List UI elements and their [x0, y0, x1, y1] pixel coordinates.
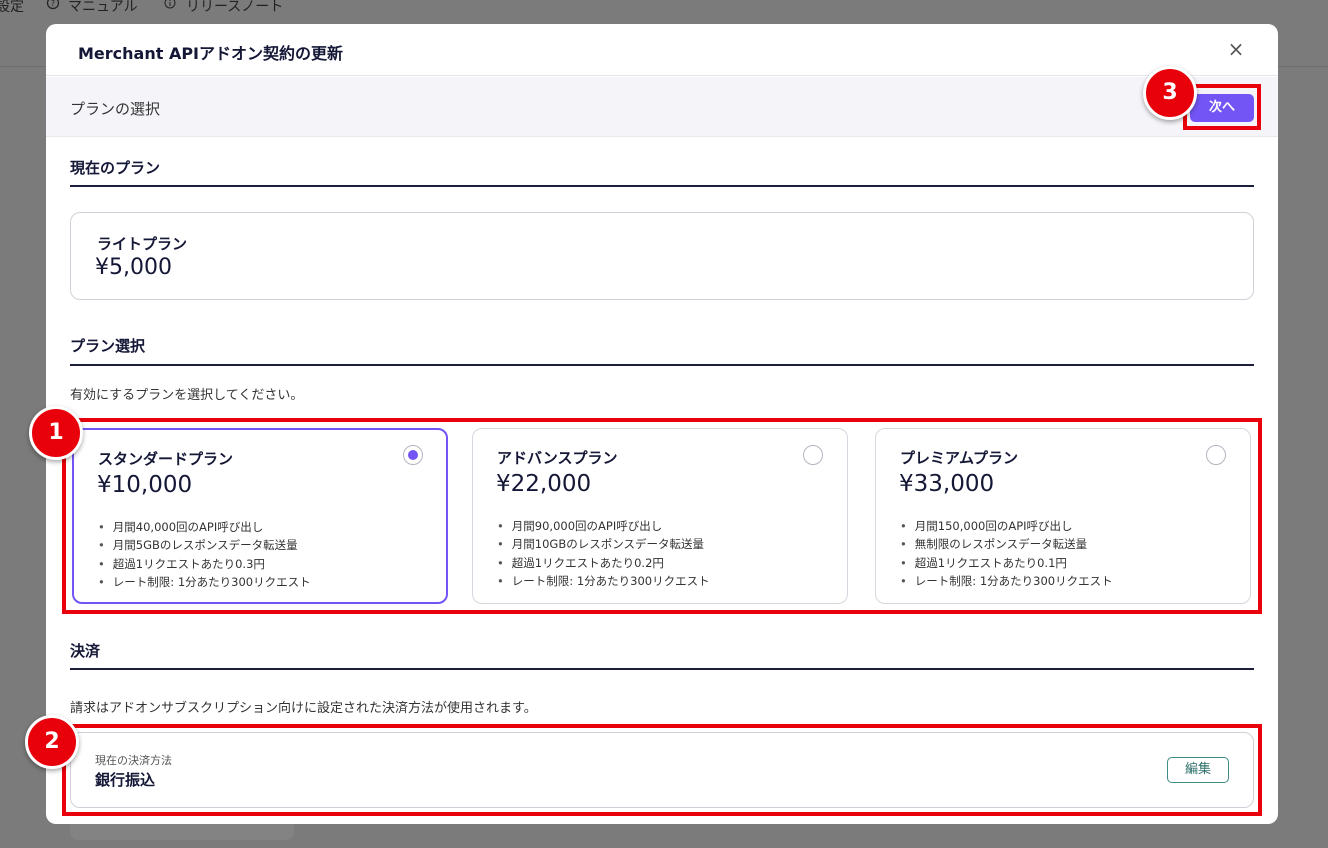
modal-title: Merchant APIアドオン契約の更新 — [78, 44, 344, 63]
current-plan-card: ライトプラン ¥5,000 — [70, 212, 1254, 300]
payment-description: 請求はアドオンサブスクリプション向けに設定された決済方法が使用されます。 — [70, 701, 537, 716]
plan-selection-description: 有効にするプランを選択してください。 — [70, 388, 304, 403]
section-divider — [70, 185, 1254, 187]
annotation-badge-3: 3 — [1143, 66, 1197, 120]
section-divider — [70, 364, 1254, 366]
bg-nav-settings: 設定 — [0, 0, 24, 15]
current-plan-heading: 現在のプラン — [70, 159, 161, 177]
current-plan-name: ライトプラン — [97, 235, 188, 253]
payment-heading: 決済 — [70, 642, 101, 660]
svg-text:?: ? — [51, 0, 55, 8]
help-circle-icon: ? — [46, 0, 60, 12]
plan-selection-heading: プラン選択 — [70, 337, 146, 355]
step-label: プランの選択 — [70, 100, 161, 118]
step-bar: プランの選択 次へ — [46, 77, 1278, 137]
annotation-badge-2: 2 — [25, 715, 79, 769]
annotation-badge-1: 1 — [29, 406, 83, 460]
info-icon — [164, 0, 176, 12]
annotation-highlight-plans — [62, 418, 1262, 614]
close-icon[interactable]: × — [1224, 38, 1248, 62]
background-nav: 設定 ? マニュアル リリースノート — [0, 0, 1328, 24]
section-divider — [70, 668, 1254, 670]
bg-nav-manual: マニュアル — [68, 0, 138, 15]
current-plan-price: ¥5,000 — [95, 255, 172, 280]
annotation-highlight-payment — [62, 724, 1262, 816]
bg-nav-release-notes: リリースノート — [186, 0, 284, 15]
modal-header: Merchant APIアドオン契約の更新 × — [46, 24, 1278, 76]
